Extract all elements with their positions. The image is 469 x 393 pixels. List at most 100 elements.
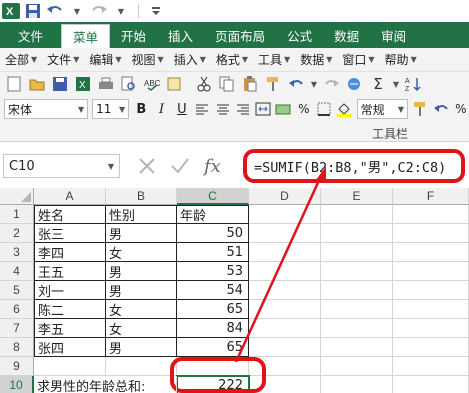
underline-icon[interactable]: U [174,99,190,119]
column-header-d[interactable]: D [249,188,321,205]
paste-icon[interactable] [240,74,260,94]
autosum-icon[interactable]: Σ [368,74,388,94]
column-header-b[interactable]: B [106,188,177,205]
row-header[interactable]: 1 [0,205,34,224]
empty-cell[interactable] [321,338,393,357]
excel-file-icon[interactable]: X [73,74,93,94]
percent-icon[interactable]: % [296,99,312,119]
data-cell-c[interactable]: 54 [177,281,249,300]
empty-cell[interactable] [393,338,469,357]
column-header-e[interactable]: E [321,188,393,205]
redo-icon[interactable] [88,1,110,21]
italic-icon[interactable]: I [153,99,169,119]
empty-cell[interactable] [249,243,321,262]
data-cell-b[interactable]: 男 [106,281,177,300]
data-cell-c[interactable]: 65 [177,338,249,357]
enter-check-icon[interactable] [170,157,190,175]
data-cell-c[interactable]: 51 [177,243,249,262]
menu-insert[interactable]: 插入 ▼ [169,51,211,68]
menu-window[interactable]: 窗口 ▼ [337,51,379,68]
data-cell-b[interactable]: 男 [106,262,177,281]
data-cell-a[interactable]: 李五 [34,319,106,338]
row-header[interactable]: 4 [0,262,34,281]
data-cell-c[interactable]: 53 [177,262,249,281]
autosum-dropdown-icon[interactable]: ▼ [391,74,401,94]
data-cell-b[interactable]: 女 [106,243,177,262]
data-cell-b[interactable]: 女 [106,300,177,319]
empty-cell[interactable] [321,357,393,376]
cut-icon[interactable] [194,74,214,94]
data-cell-a[interactable]: 李四 [34,243,106,262]
undo-icon[interactable] [286,74,306,94]
insert-function-icon[interactable]: fx [204,156,221,177]
tab-menu[interactable]: 菜单 [61,24,111,48]
row-header[interactable]: 8 [0,338,34,357]
menu-format[interactable]: 格式 ▼ [211,51,253,68]
menu-file[interactable]: 文件 ▼ [42,51,84,68]
bold-icon[interactable]: B [133,99,149,119]
empty-cell[interactable] [249,262,321,281]
empty-cell[interactable] [321,281,393,300]
data-cell-b[interactable]: 男 [106,224,177,243]
row-header[interactable]: 7 [0,319,34,338]
empty-cell[interactable] [249,319,321,338]
empty-cell[interactable] [321,376,393,393]
name-box[interactable]: C10 ▼ [3,154,120,178]
empty-cell[interactable] [321,205,393,224]
select-all-corner[interactable] [0,188,34,205]
print-icon[interactable] [96,74,116,94]
redo-icon[interactable] [322,74,342,94]
empty-cell[interactable] [393,319,469,338]
insert-link-icon[interactable] [345,74,365,94]
empty-cell[interactable] [393,281,469,300]
empty-cell[interactable] [393,243,469,262]
empty-cell[interactable] [249,300,321,319]
merge-center-icon[interactable] [255,99,271,119]
tab-insert[interactable]: 插入 [157,22,204,48]
empty-cell[interactable] [249,338,321,357]
data-cell-a[interactable]: 陈二 [34,300,106,319]
column-header-f[interactable]: F [393,188,469,205]
sort-ascending-icon[interactable]: AZ [404,74,424,94]
align-center-icon[interactable] [214,99,230,119]
empty-cell[interactable] [393,224,469,243]
empty-cell[interactable] [321,262,393,281]
data-cell-c[interactable]: 50 [177,224,249,243]
empty-cell[interactable] [393,376,469,393]
column-header-c[interactable]: C [177,188,249,205]
row-header[interactable]: 2 [0,224,34,243]
undo-icon[interactable] [432,99,448,119]
borders-icon[interactable] [316,99,332,119]
empty-cell[interactable] [321,300,393,319]
data-cell-a[interactable]: 张四 [34,338,106,357]
align-left-icon[interactable] [194,99,210,119]
data-cell-a[interactable]: 张三 [34,224,106,243]
menu-all[interactable]: 全部 ▼ [0,51,42,68]
empty-cell[interactable] [34,357,106,376]
research-icon[interactable] [165,74,185,94]
tab-review[interactable]: 审阅 [370,22,417,48]
empty-cell[interactable] [393,205,469,224]
align-right-icon[interactable] [235,99,251,119]
new-document-icon[interactable] [4,74,24,94]
empty-cell[interactable] [393,357,469,376]
menu-data[interactable]: 数据 ▼ [295,51,337,68]
save-icon[interactable] [50,74,70,94]
row-header[interactable]: 9 [0,357,34,376]
customize-toolbar-icon[interactable] [145,1,167,21]
cancel-icon[interactable] [138,157,156,175]
menu-tools[interactable]: 工具 ▼ [253,51,295,68]
data-cell-b[interactable]: 女 [106,319,177,338]
empty-cell[interactable] [321,224,393,243]
font-size-select[interactable]: 11 ▼ [92,99,130,119]
tab-home[interactable]: 开始 [110,22,157,48]
redo-dropdown-icon[interactable]: ▼ [110,1,132,21]
header-cell-b[interactable]: 性别 [106,205,177,224]
undo-dropdown-icon[interactable]: ▼ [309,74,319,94]
tab-formulas[interactable]: 公式 [276,22,323,48]
open-folder-icon[interactable] [27,74,47,94]
empty-cell[interactable] [321,319,393,338]
format-painter-icon[interactable] [412,99,428,119]
currency-icon[interactable] [275,99,291,119]
font-name-select[interactable]: 宋体 ▼ [4,99,89,119]
